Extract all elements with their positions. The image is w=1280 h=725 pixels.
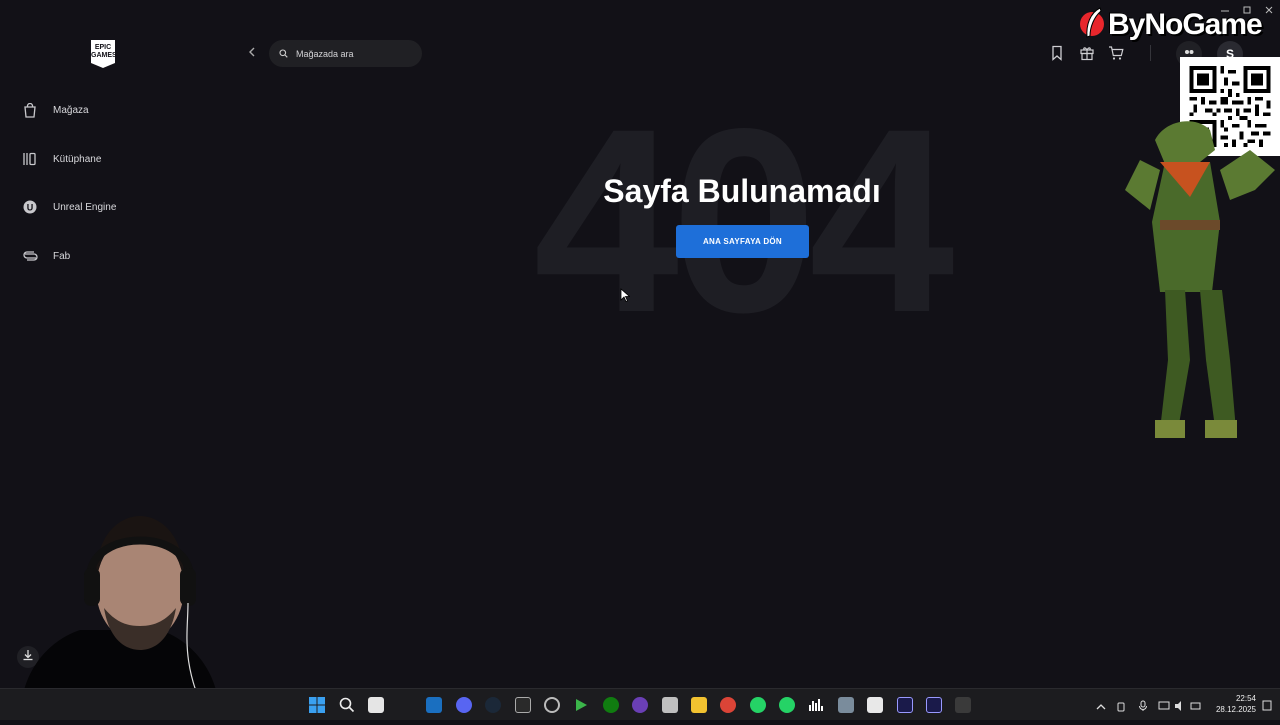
obs-icon[interactable] bbox=[955, 697, 971, 713]
folder-icon[interactable] bbox=[691, 697, 707, 713]
close-icon[interactable] bbox=[1262, 3, 1276, 15]
steam-icon[interactable] bbox=[485, 697, 501, 713]
character-render bbox=[1110, 100, 1280, 450]
snipping-icon[interactable] bbox=[867, 697, 883, 713]
clock-date: 28.12.2025 bbox=[1215, 705, 1256, 714]
mouse-cursor-icon bbox=[620, 288, 631, 303]
back-button[interactable] bbox=[244, 44, 260, 62]
epic-games-icon[interactable] bbox=[515, 697, 531, 713]
cart-button[interactable] bbox=[1108, 45, 1124, 61]
clock-time: 22:54 bbox=[1235, 694, 1256, 703]
gift-icon bbox=[1079, 47, 1095, 65]
microphone-icon[interactable] bbox=[1138, 699, 1148, 711]
wishlist-button[interactable] bbox=[1050, 45, 1066, 61]
bag-icon bbox=[22, 102, 38, 118]
battery-icon[interactable] bbox=[1190, 699, 1202, 711]
discord-icon[interactable] bbox=[456, 697, 472, 713]
unreal-icon: U bbox=[22, 199, 38, 215]
cart-icon bbox=[1108, 46, 1124, 65]
usb-icon[interactable] bbox=[1117, 699, 1125, 712]
whatsapp-business-icon[interactable] bbox=[779, 697, 795, 713]
sidebar-item-label: Mağaza bbox=[53, 104, 89, 116]
page-title: Sayfa Bulunamadı bbox=[603, 173, 881, 209]
sidebar-item-label: Fab bbox=[53, 250, 71, 262]
search-icon bbox=[279, 45, 288, 63]
bookmark-icon bbox=[1050, 45, 1064, 65]
chevron-left-icon bbox=[248, 44, 256, 62]
windows-start-icon[interactable] bbox=[309, 697, 325, 713]
sidebar-item-library[interactable]: Kütüphane bbox=[22, 147, 101, 171]
search-icon[interactable] bbox=[339, 697, 355, 713]
sidebar-item-store[interactable]: Mağaza bbox=[22, 98, 89, 122]
feather-logo-icon bbox=[1078, 5, 1108, 46]
app-icon[interactable] bbox=[662, 697, 678, 713]
search-input[interactable]: Mağazada ara bbox=[269, 40, 422, 67]
gift-button[interactable] bbox=[1079, 45, 1095, 61]
taskbar-clock[interactable]: 22:54 28.12.2025 bbox=[1206, 693, 1256, 715]
play-icon[interactable] bbox=[573, 697, 589, 713]
error-code-background: 404 bbox=[533, 74, 954, 367]
taskbar: 22:54 28.12.2025 bbox=[0, 688, 1280, 720]
sidebar-item-label: Unreal Engine bbox=[53, 201, 117, 213]
fab-icon bbox=[22, 248, 38, 264]
xbox-icon[interactable] bbox=[603, 697, 619, 713]
search-placeholder: Mağazada ara bbox=[296, 48, 354, 59]
sidebar-item-fab[interactable]: Fab bbox=[22, 244, 70, 268]
audio-meter-icon[interactable] bbox=[808, 697, 824, 713]
brand-name: ByNoGame bbox=[1108, 8, 1263, 41]
topbar-divider bbox=[1150, 45, 1151, 61]
premiere-icon[interactable] bbox=[897, 697, 913, 713]
rockstar-icon[interactable] bbox=[544, 697, 560, 713]
brand-overlay: ByNoGame bbox=[1078, 5, 1263, 46]
notification-icon[interactable] bbox=[1262, 699, 1272, 711]
messenger-icon[interactable] bbox=[632, 697, 648, 713]
whatsapp-icon[interactable] bbox=[750, 697, 766, 713]
chrome-icon[interactable] bbox=[720, 697, 736, 713]
widgets-icon[interactable] bbox=[426, 697, 442, 713]
home-button[interactable]: ANA SAYFAYA DÖN bbox=[676, 225, 809, 258]
library-icon bbox=[22, 151, 38, 167]
sidebar-item-label: Kütüphane bbox=[53, 153, 102, 165]
volume-icon[interactable] bbox=[1174, 699, 1186, 711]
store-icon[interactable] bbox=[368, 697, 384, 713]
epic-games-logo[interactable]: EPIC GAMES bbox=[91, 40, 115, 68]
svg-text:U: U bbox=[27, 203, 34, 213]
media-encoder-icon[interactable] bbox=[926, 697, 942, 713]
sidebar-item-unreal-engine[interactable]: U Unreal Engine bbox=[22, 195, 116, 219]
chevron-up-icon[interactable] bbox=[1096, 699, 1106, 711]
network-icon[interactable] bbox=[1158, 699, 1170, 711]
calculator-icon[interactable] bbox=[838, 697, 854, 713]
